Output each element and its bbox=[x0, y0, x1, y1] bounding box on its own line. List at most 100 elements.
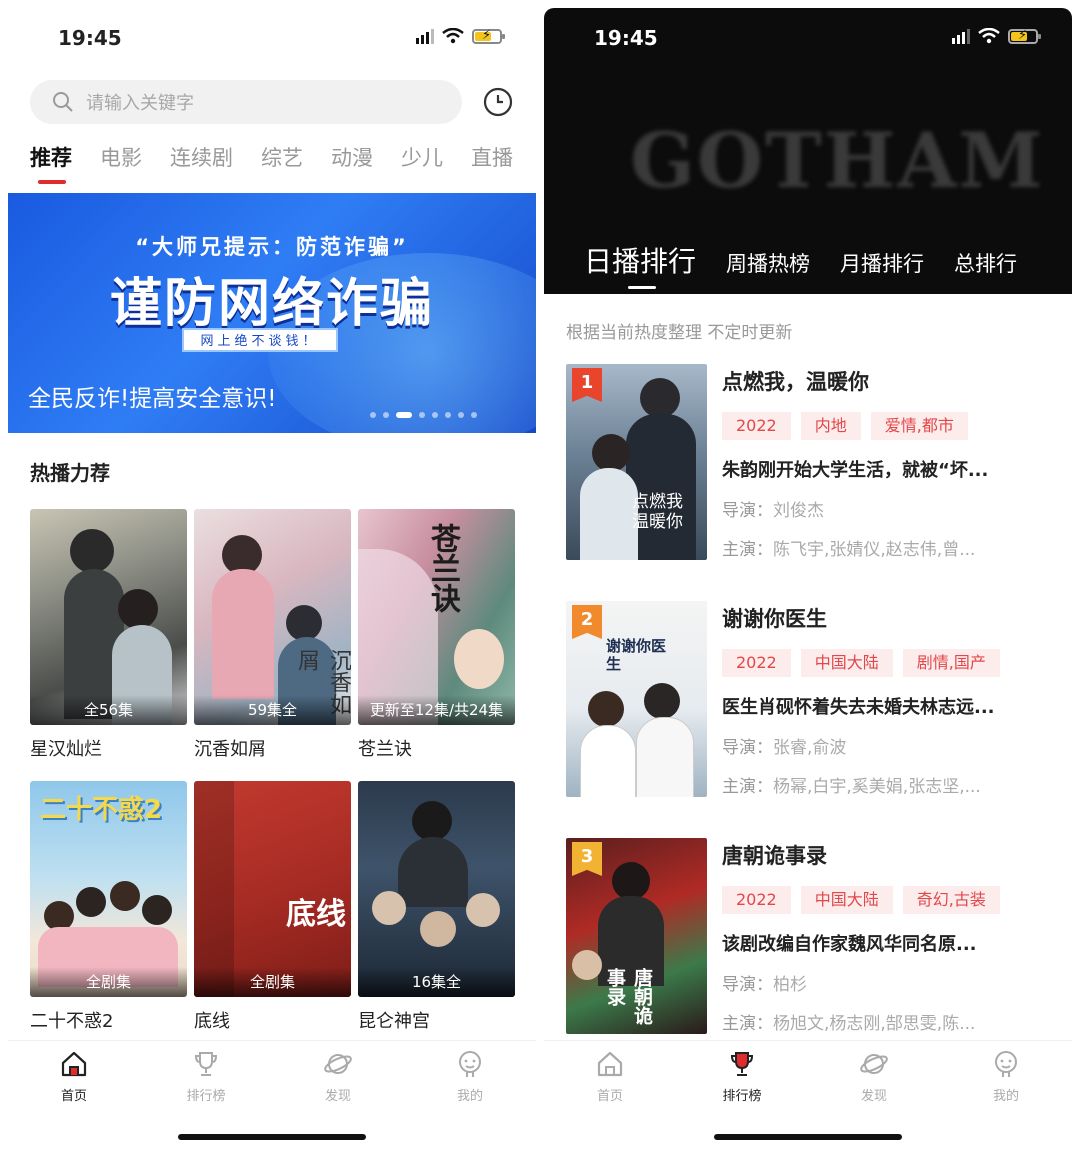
director-value: 柏杉 bbox=[773, 975, 807, 995]
poster-title-art: 底线 bbox=[286, 897, 346, 932]
show-poster: 苍兰诀 更新至12集/共24集 bbox=[358, 509, 515, 725]
tab-movie[interactable]: 电影 bbox=[100, 142, 142, 172]
nav-profile[interactable]: 我的 bbox=[940, 1041, 1072, 1110]
bottom-nav: 首页 排行榜 发现 我的 bbox=[8, 1040, 536, 1110]
trophy-icon bbox=[194, 1052, 218, 1076]
show-poster: 点燃我温暖你 1 bbox=[566, 364, 707, 560]
tab-recommend[interactable]: 推荐 bbox=[30, 142, 72, 184]
poster-title-art: 谢谢你医生 bbox=[606, 637, 667, 673]
promo-banner[interactable]: “大师兄提示：防范诈骗” 谨防网络诈骗 网上绝不谈钱！ 全民反诈!提高安全意识! bbox=[8, 193, 536, 433]
nav-ranking[interactable]: 排行榜 bbox=[676, 1041, 808, 1110]
genre-chip: 剧情,国产 bbox=[902, 649, 1000, 677]
tab-anime[interactable]: 动漫 bbox=[331, 142, 373, 172]
cast-label: 主演： bbox=[722, 1014, 773, 1034]
home-indicator bbox=[714, 1134, 902, 1140]
show-card[interactable]: 16集全 昆仑神宫 bbox=[358, 781, 515, 1033]
banner-slogan: 全民反诈!提高安全意识! bbox=[28, 386, 277, 412]
show-title: 沉香如屑 bbox=[194, 739, 266, 760]
section-title: 热播力荐 bbox=[30, 461, 110, 485]
history-clock-icon[interactable] bbox=[482, 86, 514, 118]
rank-badge: 3 bbox=[572, 842, 602, 876]
home-screen: 19:45 ⚡ 请输入关键字 推荐 电影 连续剧 综艺 动漫 少儿 直播 “大师… bbox=[8, 0, 536, 1158]
status-time: 19:45 bbox=[594, 26, 658, 50]
ranking-description: 医生肖砚怀着失去未婚夫林志远... bbox=[722, 697, 995, 718]
ranking-title: 谢谢你医生 bbox=[722, 607, 827, 631]
poster-title-art: 二十不惑2 bbox=[40, 795, 163, 825]
ranking-title: 唐朝诡事录 bbox=[722, 844, 827, 868]
show-card[interactable]: 沉香如屑 59集全 沉香如屑 bbox=[194, 509, 351, 761]
nav-label: 首页 bbox=[60, 1089, 87, 1104]
home-indicator bbox=[178, 1134, 366, 1140]
category-tabs: 推荐 电影 连续剧 综艺 动漫 少儿 直播 bbox=[30, 142, 513, 184]
genre-chip: 奇幻,古装 bbox=[902, 886, 1000, 914]
show-card[interactable]: 底线 全剧集 底线 bbox=[194, 781, 351, 1033]
tab-live[interactable]: 直播 bbox=[471, 142, 513, 172]
search-input[interactable]: 请输入关键字 bbox=[30, 80, 462, 124]
tab-weekly[interactable]: 周播热榜 bbox=[726, 248, 810, 278]
show-card[interactable]: 二十不惑2 全剧集 二十不惑2 bbox=[30, 781, 187, 1033]
show-card[interactable]: 苍兰诀 更新至12集/共24集 苍兰诀 bbox=[358, 509, 515, 761]
tab-overall[interactable]: 总排行 bbox=[954, 248, 1017, 278]
cast-value: 杨幂,白宇,奚美娟,张志坚,... bbox=[773, 777, 981, 797]
profile-face-icon bbox=[459, 1051, 481, 1077]
director-label: 导演： bbox=[722, 738, 773, 758]
cast-value: 陈飞宇,张婧仪,赵志伟,曾... bbox=[773, 540, 976, 560]
search-placeholder: 请输入关键字 bbox=[86, 93, 194, 114]
cast-value: 杨旭文,杨志刚,郜思雯,陈... bbox=[773, 1014, 976, 1034]
ranking-screen: GOTHAM 19:45 ⚡ 日播排行 周播热榜 月播排行 总排行 根据当前热度… bbox=[544, 0, 1072, 1158]
director-value: 张睿,俞波 bbox=[773, 738, 847, 758]
banner-pagination bbox=[370, 412, 477, 418]
battery-icon: ⚡ bbox=[1008, 28, 1041, 44]
show-poster: 二十不惑2 全剧集 bbox=[30, 781, 187, 997]
tab-daily[interactable]: 日播排行 bbox=[584, 240, 696, 289]
episode-tag: 全剧集 bbox=[194, 967, 351, 997]
director-value: 刘俊杰 bbox=[773, 501, 824, 521]
tab-series[interactable]: 连续剧 bbox=[170, 142, 233, 172]
episode-tag: 16集全 bbox=[358, 967, 515, 997]
episode-tag: 全剧集 bbox=[30, 967, 187, 997]
nav-label: 首页 bbox=[596, 1089, 623, 1104]
show-poster: 谢谢你医生 2 bbox=[566, 601, 707, 797]
nav-discover[interactable]: 发现 bbox=[808, 1041, 940, 1110]
battery-icon: ⚡ bbox=[472, 28, 505, 44]
region-chip: 内地 bbox=[800, 412, 861, 440]
show-card[interactable]: 全56集 星汉灿烂 bbox=[30, 509, 187, 761]
trophy-icon bbox=[730, 1052, 754, 1076]
episode-tag: 59集全 bbox=[194, 695, 351, 725]
ranking-item[interactable]: 谢谢你医生 2 谢谢你医生 2022 中国大陆 剧情,国产 医生肖砚怀着失去未婚… bbox=[566, 601, 1066, 797]
nav-profile[interactable]: 我的 bbox=[404, 1041, 536, 1110]
show-poster: 沉香如屑 59集全 bbox=[194, 509, 351, 725]
ranking-description: 该剧改编自作家魏风华同名原... bbox=[722, 934, 977, 955]
ranking-item[interactable]: 唐朝诡事录 3 唐朝诡事录 2022 中国大陆 奇幻,古装 该剧改编自作家魏风华… bbox=[566, 838, 1066, 1034]
banner-notice: 网上绝不谈钱！ bbox=[182, 328, 338, 352]
genre-chip: 爱情,都市 bbox=[870, 412, 968, 440]
nav-ranking[interactable]: 排行榜 bbox=[140, 1041, 272, 1110]
home-icon bbox=[61, 1051, 87, 1077]
tab-kids[interactable]: 少儿 bbox=[401, 142, 443, 172]
cellular-signal-icon bbox=[416, 28, 434, 44]
ranking-note: 根据当前热度整理 不定时更新 bbox=[566, 323, 793, 343]
director-label: 导演： bbox=[722, 975, 773, 995]
tab-variety[interactable]: 综艺 bbox=[261, 142, 303, 172]
wifi-icon bbox=[978, 28, 1000, 44]
ranking-description: 朱韵刚开始大学生活，就被“坏... bbox=[722, 460, 989, 481]
director-label: 导演： bbox=[722, 501, 773, 521]
profile-face-icon bbox=[995, 1051, 1017, 1077]
cast-label: 主演： bbox=[722, 777, 773, 797]
cast-label: 主演： bbox=[722, 540, 773, 560]
hero-backdrop-text: GOTHAM bbox=[630, 116, 1045, 205]
nav-discover[interactable]: 发现 bbox=[272, 1041, 404, 1110]
tab-monthly[interactable]: 月播排行 bbox=[840, 248, 924, 278]
planet-icon bbox=[860, 1054, 888, 1074]
nav-label: 我的 bbox=[456, 1089, 483, 1104]
planet-icon bbox=[324, 1054, 352, 1074]
show-poster: 底线 全剧集 bbox=[194, 781, 351, 997]
ranking-item[interactable]: 点燃我温暖你 1 点燃我，温暖你 2022 内地 爱情,都市 朱韵刚开始大学生活… bbox=[566, 364, 1066, 560]
ranking-title: 点燃我，温暖你 bbox=[722, 370, 869, 394]
home-icon bbox=[597, 1051, 623, 1077]
region-chip: 中国大陆 bbox=[800, 886, 893, 914]
nav-home[interactable]: 首页 bbox=[8, 1041, 140, 1110]
ranking-tabs: 日播排行 周播热榜 月播排行 总排行 bbox=[584, 240, 1017, 289]
show-title: 底线 bbox=[194, 1011, 230, 1032]
nav-home[interactable]: 首页 bbox=[544, 1041, 676, 1110]
